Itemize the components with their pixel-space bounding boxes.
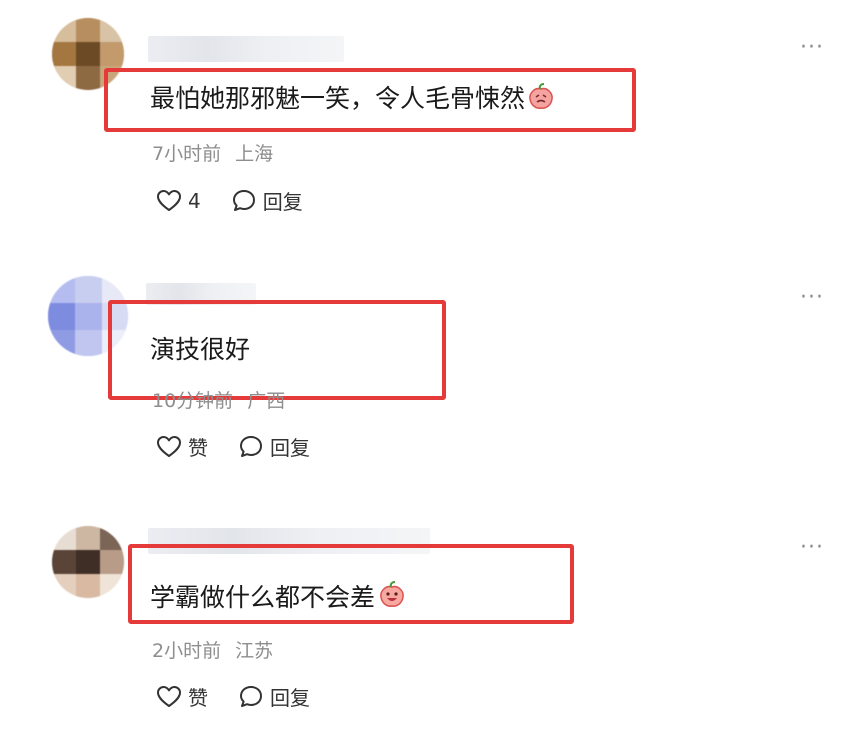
like-label: 赞	[188, 436, 208, 460]
username-blurred[interactable]	[146, 283, 256, 305]
speech-bubble-icon	[240, 685, 262, 707]
speech-bubble-icon	[232, 189, 255, 211]
reply-label: 回复	[262, 190, 303, 214]
comment-text: 最怕她那邪魅一笑，令人毛骨悚然	[150, 82, 555, 120]
comment-time: 10分钟前	[152, 390, 234, 412]
comment-location: 江苏	[235, 640, 274, 662]
comment-meta: 7小时前 上海	[152, 139, 273, 166]
reply-label: 回复	[270, 686, 310, 710]
comment-actions: 赞 回复	[156, 432, 310, 461]
peach-emoji-icon	[377, 580, 407, 619]
like-count: 4	[188, 188, 201, 213]
comment-time: 7小时前	[152, 143, 222, 165]
comment-meta: 10分钟前 广西	[152, 386, 285, 413]
comment-text-content: 学霸做什么都不会差	[150, 583, 376, 612]
more-dots-icon[interactable]: ···	[800, 287, 824, 309]
comment-actions: 赞 回复	[156, 682, 310, 711]
more-dots-icon[interactable]: ···	[800, 37, 824, 59]
avatar[interactable]	[52, 526, 124, 598]
like-button[interactable]: 4	[156, 189, 201, 213]
like-label: 赞	[188, 686, 208, 710]
comment-meta: 2小时前 江苏	[152, 636, 273, 663]
speech-bubble-icon	[240, 435, 262, 457]
more-dots-icon[interactable]: ···	[800, 537, 824, 559]
comment-text: 演技很好	[150, 333, 250, 367]
comment-location: 上海	[235, 143, 274, 165]
like-button[interactable]: 赞	[156, 682, 208, 711]
avatar[interactable]	[48, 276, 128, 356]
comment-time: 2小时前	[152, 640, 222, 662]
reply-button[interactable]: 回复	[231, 186, 303, 215]
comment-text: 学霸做什么都不会差	[150, 580, 407, 619]
username-blurred[interactable]	[148, 36, 344, 62]
heart-icon	[157, 189, 181, 211]
heart-icon	[157, 685, 181, 707]
heart-icon	[157, 435, 181, 457]
comment-text-content: 演技很好	[150, 335, 251, 364]
avatar[interactable]	[52, 18, 124, 90]
like-button[interactable]: 赞	[156, 432, 208, 461]
peach-emoji-icon	[527, 83, 555, 120]
comment-actions: 4 回复	[156, 186, 303, 215]
comment-text-content: 最怕她那邪魅一笑，令人毛骨悚然	[150, 84, 526, 113]
comment-location: 广西	[247, 390, 286, 412]
reply-label: 回复	[270, 436, 310, 460]
reply-button[interactable]: 回复	[238, 432, 310, 461]
username-blurred[interactable]	[148, 528, 430, 554]
reply-button[interactable]: 回复	[238, 682, 310, 711]
